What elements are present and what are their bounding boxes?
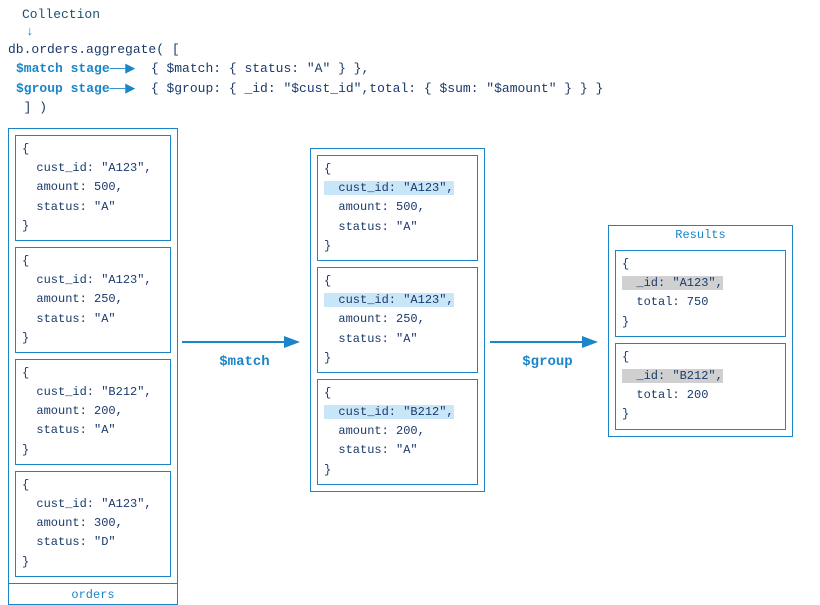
doc-card-3: { cust_id: "B212", amount: 200, status: … bbox=[15, 359, 171, 465]
arrow-down-icon: ↓ bbox=[26, 24, 34, 39]
group-stage-label: $group stage bbox=[16, 79, 110, 99]
group-stage-arrow: ——▶ bbox=[110, 79, 136, 99]
doc-card-2: { cust_id: "A123", amount: 250, status: … bbox=[15, 247, 171, 353]
group-code: { $group: { _id: "$cust_id",total: { $su… bbox=[135, 79, 603, 99]
match-arrow-svg bbox=[182, 330, 307, 354]
code-area: Collection ↓ db.orders.aggregate( [ $mat… bbox=[8, 6, 812, 118]
collection-title: orders bbox=[9, 583, 177, 604]
doc-card-4: { cust_id: "A123", amount: 300, status: … bbox=[15, 471, 171, 577]
result-id1: _id: "A123", bbox=[622, 276, 723, 290]
highlight-cust2: cust_id: "A123", bbox=[324, 293, 454, 307]
group-arrow-container: $group bbox=[490, 330, 605, 370]
match-code: { $match: { status: "A" } }, bbox=[135, 59, 369, 79]
after-match-doc-3: { cust_id: "B212", amount: 200, status: … bbox=[317, 379, 478, 485]
after-match-doc-1: { cust_id: "A123", amount: 500, status: … bbox=[317, 155, 478, 261]
group-arrow-label: $group bbox=[522, 354, 572, 370]
match-stage-label: $match stage bbox=[16, 59, 110, 79]
results-title: Results bbox=[609, 226, 792, 244]
result-doc-1: { _id: "A123", total: 750 } bbox=[615, 250, 786, 337]
results-box: Results { _id: "A123", total: 750 } { _i… bbox=[608, 225, 793, 437]
result-doc-2: { _id: "B212", total: 200 } bbox=[615, 343, 786, 430]
match-stage-arrow: ——▶ bbox=[110, 59, 136, 79]
after-match-doc-2: { cust_id: "A123", amount: 250, status: … bbox=[317, 267, 478, 373]
doc-card-1: { cust_id: "A123", amount: 500, status: … bbox=[15, 135, 171, 241]
group-arrow-svg bbox=[490, 330, 605, 354]
code-line1: db.orders.aggregate( [ bbox=[8, 40, 812, 60]
collection-label: Collection bbox=[22, 7, 100, 22]
collection-box: { cust_id: "A123", amount: 500, status: … bbox=[8, 128, 178, 605]
result-id2: _id: "B212", bbox=[622, 369, 723, 383]
page: Collection ↓ db.orders.aggregate( [ $mat… bbox=[0, 0, 820, 590]
match-arrow-container: $match bbox=[182, 330, 307, 370]
after-match-box: { cust_id: "A123", amount: 500, status: … bbox=[310, 148, 485, 492]
code-close: ] ) bbox=[8, 98, 812, 118]
match-arrow-label: $match bbox=[219, 354, 269, 370]
highlight-cust3: cust_id: "B212", bbox=[324, 405, 454, 419]
highlight-cust1: cust_id: "A123", bbox=[324, 181, 454, 195]
